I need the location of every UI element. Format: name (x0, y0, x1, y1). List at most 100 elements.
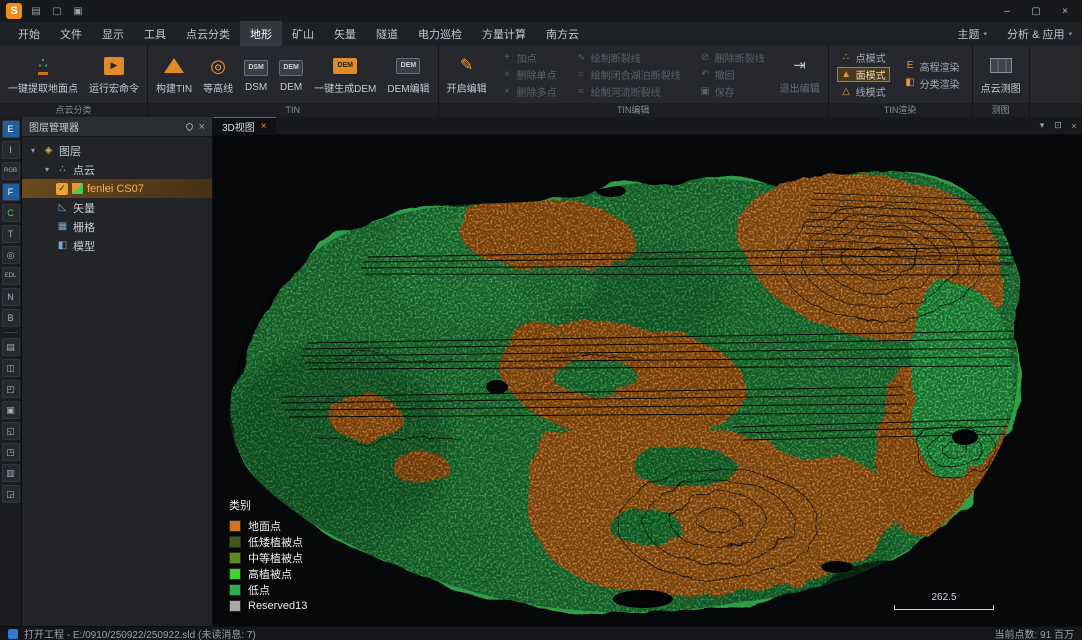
legend-row: 中等植被点 (229, 550, 307, 566)
tab-3d-view[interactable]: 3D视图 × (213, 117, 276, 135)
tree-item-model[interactable]: ◧ 模型 (22, 236, 212, 255)
extract-ground-points-button[interactable]: ∴ 一键提取地面点 (3, 48, 83, 101)
dem-button[interactable]: DEM DEM (274, 48, 308, 101)
exit-edit-button[interactable]: ⇥ 退出编辑 (775, 48, 825, 101)
menu-tab-file[interactable]: 文件 (50, 21, 92, 47)
tree-item-fenlei-cs07[interactable]: ✓ fenlei CS07 (22, 179, 212, 198)
draw-breakline-button[interactable]: ∿ 绘制断裂线 (572, 50, 685, 65)
line-mode-button[interactable]: △ 线模式 (837, 84, 890, 99)
tree-item-raster[interactable]: ▦ 栅格 (22, 217, 212, 236)
menu-tab-pointcloud-classification[interactable]: 点云分类 (176, 21, 240, 47)
pointcloud-icon: ∴ (56, 165, 69, 175)
menu-tab-vector[interactable]: 矢量 (324, 21, 366, 47)
layer-tree: ▾ ◈ 图层 ▾ ∴ 点云 ✓ fenlei CS07 ◺ 矢量 (22, 137, 212, 255)
tree-item-layers[interactable]: ▾ ◈ 图层 (22, 141, 212, 160)
generate-dem-button[interactable]: DEM 一键生成DEM (309, 48, 381, 101)
layer-checkbox[interactable]: ✓ (56, 183, 68, 195)
menu-tab-terrain[interactable]: 地形 (240, 21, 282, 47)
strip-button-n[interactable]: N (2, 288, 20, 306)
menu-tab-powerline-inspection[interactable]: 电力巡检 (408, 21, 472, 47)
menu-tab-display[interactable]: 显示 (92, 21, 134, 47)
tab-close-icon[interactable]: × (261, 121, 267, 132)
point-mode-button[interactable]: ∴ 点模式 (837, 50, 890, 65)
ribbon-group-tin-render: ∴ 点模式 ▲ 面模式 △ 线模式 E 高程渲染 (829, 46, 973, 117)
button-label: 点云测图 (981, 80, 1021, 95)
button-label: DEM编辑 (387, 80, 429, 95)
theme-menu-label: 主题 (958, 26, 980, 42)
expander-icon[interactable]: ▾ (28, 146, 38, 155)
delete-points-icon: × (502, 87, 513, 97)
strip-tool-2-icon[interactable]: ◫ (2, 359, 20, 377)
analysis-app-menu[interactable]: 分析 & 应用 ▾ (997, 26, 1082, 42)
strip-button-f[interactable]: F (2, 183, 20, 201)
strip-button-b[interactable]: B (2, 309, 20, 327)
menu-tab-home[interactable]: 开始 (8, 21, 50, 47)
pointcloud-mapping-button[interactable]: 点云测图 (976, 48, 1026, 101)
pin-icon[interactable] (184, 122, 194, 132)
pane-restore-icon[interactable]: ⊡ (1050, 120, 1066, 131)
delete-breakline-icon: ⊘ (700, 53, 711, 63)
strip-button-edl[interactable]: EDL (2, 267, 20, 285)
dsm-button[interactable]: DSM DSM (239, 48, 273, 101)
button-label: 一键提取地面点 (8, 80, 78, 95)
strip-tool-7-icon[interactable]: ▥ (2, 464, 20, 482)
theme-menu[interactable]: 主题 ▾ (948, 26, 998, 42)
delete-single-point-button[interactable]: × 删除单点 (498, 67, 561, 82)
build-tin-button[interactable]: 构建TIN (151, 48, 197, 101)
save-file-icon[interactable]: ▣ (71, 6, 85, 17)
button-label: 分类渲染 (920, 76, 960, 91)
button-label: 绘制闭合湖泊断裂线 (591, 67, 681, 82)
menu-tab-tools[interactable]: 工具 (134, 21, 176, 47)
delete-multiple-points-button[interactable]: × 删除多点 (498, 84, 561, 99)
strip-tool-1-icon[interactable]: ▤ (2, 338, 20, 356)
close-button[interactable]: × (1054, 6, 1076, 17)
legend-row: 低点 (229, 582, 307, 598)
face-mode-button[interactable]: ▲ 面模式 (837, 67, 890, 82)
tree-item-vector[interactable]: ◺ 矢量 (22, 198, 212, 217)
strip-tool-3-icon[interactable]: ◰ (2, 380, 20, 398)
elevation-render-button[interactable]: E 高程渲染 (901, 59, 964, 74)
message-icon[interactable] (8, 629, 18, 639)
strip-button-e[interactable]: E (2, 120, 20, 138)
panel-close-icon[interactable]: × (199, 121, 205, 133)
chevron-down-icon: ▾ (984, 30, 988, 38)
delete-breakline-button[interactable]: ⊘ 删除断裂线 (696, 50, 769, 65)
open-file-icon[interactable]: ▢ (50, 6, 64, 17)
strip-button-i[interactable]: I (2, 141, 20, 159)
menu-tab-mining[interactable]: 矿山 (282, 21, 324, 47)
river-breakline-icon: ≈ (576, 87, 587, 97)
strip-tool-4-icon[interactable]: ▣ (2, 401, 20, 419)
strip-tool-6-icon[interactable]: ◳ (2, 443, 20, 461)
strip-tool-8-icon[interactable]: ◲ (2, 485, 20, 503)
strip-button-c[interactable]: C (2, 204, 20, 222)
menu-tab-tunnel[interactable]: 隧道 (366, 21, 408, 47)
maximize-button[interactable]: ▢ (1025, 6, 1047, 17)
strip-button-target-icon[interactable]: ◎ (2, 246, 20, 264)
strip-button-rgb[interactable]: RGB (2, 162, 20, 180)
start-edit-button[interactable]: ✎ 开启编辑 (442, 48, 492, 101)
menu-tab-volume-calculation[interactable]: 方量计算 (472, 21, 536, 47)
3d-viewport[interactable]: 类别 地面点 低矮植被点 中等植被点 高植被点 (213, 135, 1082, 626)
contour-button[interactable]: ◎ 等高线 (198, 48, 238, 101)
vector-icon: ◺ (56, 203, 69, 213)
new-file-icon[interactable]: ▤ (29, 6, 43, 17)
save-button[interactable]: ▣ 保存 (696, 84, 769, 99)
add-point-button[interactable]: + 加点 (498, 50, 561, 65)
pane-close-icon[interactable]: × (1066, 121, 1082, 131)
minimize-button[interactable]: – (996, 6, 1018, 17)
undo-button[interactable]: ↶ 撤回 (696, 67, 769, 82)
run-macro-button[interactable]: ▶ 运行宏命令 (84, 48, 144, 101)
menu-tab-south-cloud[interactable]: 南方云 (536, 21, 589, 47)
expander-icon[interactable]: ▾ (42, 165, 52, 174)
strip-tool-5-icon[interactable]: ◱ (2, 422, 20, 440)
tree-item-pointcloud[interactable]: ▾ ∴ 点云 (22, 160, 212, 179)
classification-render-button[interactable]: ◧ 分类渲染 (901, 76, 964, 91)
draw-river-breakline-button[interactable]: ≈ 绘制河流断裂线 (572, 84, 685, 99)
pane-chevron-down-icon[interactable]: ▾ (1034, 120, 1050, 131)
left-toolbar: E I RGB F C T ◎ EDL N B ▤ ◫ ◰ ▣ ◱ ◳ ▥ ◲ (0, 117, 22, 626)
dem-edit-button[interactable]: DEM DEM编辑 (382, 48, 434, 101)
button-label: 绘制断裂线 (591, 50, 641, 65)
ribbon-group-tin-edit: ✎ 开启编辑 + 加点 × 删除单点 × 删除多点 (439, 46, 829, 117)
strip-button-t[interactable]: T (2, 225, 20, 243)
draw-closed-lake-breakline-button[interactable]: ○ 绘制闭合湖泊断裂线 (572, 67, 685, 82)
